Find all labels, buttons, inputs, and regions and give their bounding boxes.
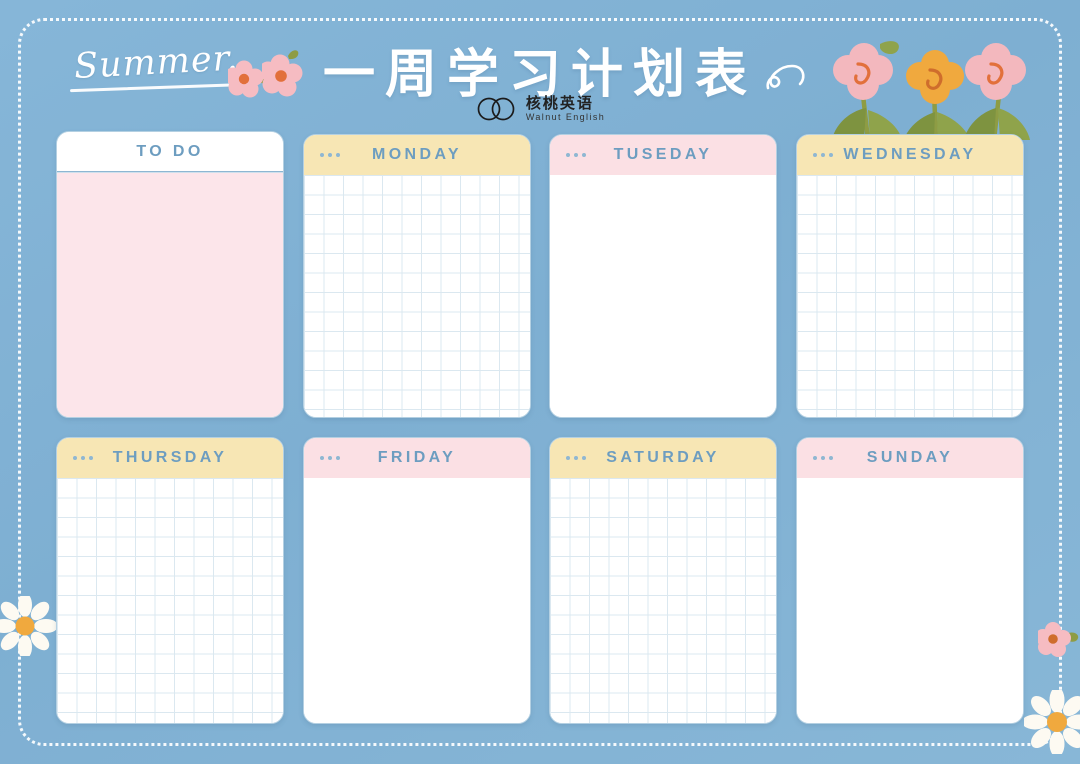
more-options-icon[interactable] [813,456,833,460]
more-options-icon[interactable] [566,153,586,157]
card-header-thursday: THURSDAY [57,438,283,478]
card-tuesday[interactable]: TUSEDAY [549,134,777,418]
card-thursday[interactable]: THURSDAY [56,437,284,724]
card-body-sunday[interactable] [797,478,1023,723]
card-saturday[interactable]: SATURDAY [549,437,777,724]
card-sunday[interactable]: SUNDAY [796,437,1024,724]
planner-page: Summer. 一周学习计划表 核桃英语 Walnut English TO D… [0,0,1080,764]
card-title-todo: TO DO [136,142,204,160]
card-body-wednesday[interactable] [797,175,1023,417]
card-friday[interactable]: FRIDAY [303,437,531,724]
more-options-icon[interactable] [320,456,340,460]
card-wednesday[interactable]: WEDNESDAY [796,134,1024,418]
card-header-monday: MONDAY [304,135,530,175]
card-monday[interactable]: MONDAY [303,134,531,418]
card-body-saturday[interactable] [550,478,776,723]
card-header-sunday: SUNDAY [797,438,1023,478]
card-body-todo[interactable] [57,172,283,417]
more-options-icon[interactable] [320,153,340,157]
more-options-icon[interactable] [566,456,586,460]
card-header-todo: TO DO [57,132,283,172]
card-header-saturday: SATURDAY [550,438,776,478]
planner-card-grid: TO DO MONDAY TUSEDAY WEDNESDAY THURSDAY … [0,0,1080,764]
more-options-icon[interactable] [813,153,833,157]
card-todo[interactable]: TO DO [56,131,284,418]
more-options-icon[interactable] [73,456,93,460]
card-body-friday[interactable] [304,478,530,723]
card-body-tuesday[interactable] [550,175,776,417]
card-body-monday[interactable] [304,175,530,417]
card-body-thursday[interactable] [57,478,283,723]
card-header-wednesday: WEDNESDAY [797,135,1023,175]
card-header-friday: FRIDAY [304,438,530,478]
card-header-tuesday: TUSEDAY [550,135,776,175]
